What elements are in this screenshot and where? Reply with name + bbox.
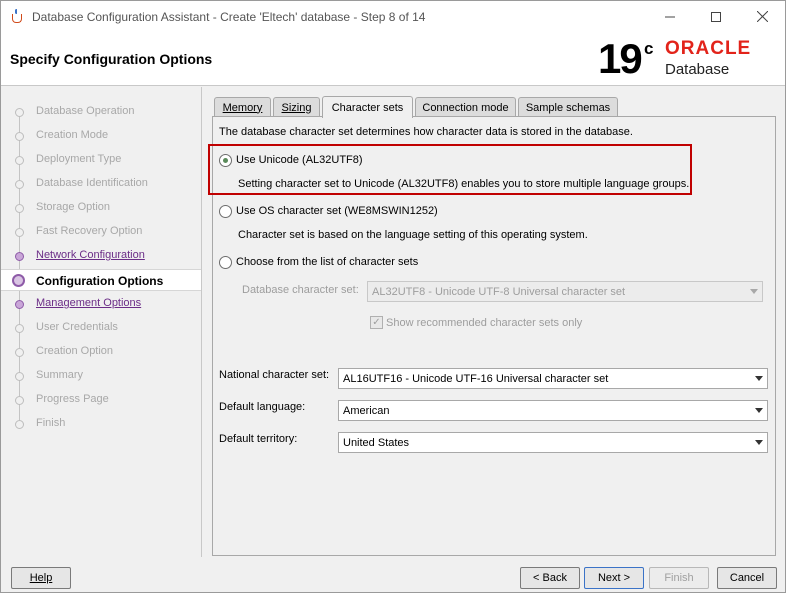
db-charset-label: Database character set:: [242, 284, 359, 296]
tab-sample-schemas[interactable]: Sample schemas: [518, 97, 618, 117]
step-creation-option: Creation Option: [1, 341, 201, 363]
step-summary: Summary: [1, 365, 201, 387]
step-status-icon: [15, 180, 24, 189]
step-storage-option: Storage Option: [1, 197, 201, 219]
step-status-icon: [15, 228, 24, 237]
chevron-down-icon: [750, 289, 758, 294]
step-label: Configuration Options: [36, 274, 164, 288]
step-progress-page: Progress Page: [1, 389, 201, 411]
back-button[interactable]: < Back: [520, 567, 580, 589]
os-charset-radio-label[interactable]: Use OS character set (WE8MSWIN1252): [236, 205, 438, 217]
step-label: Summary: [36, 369, 84, 381]
window-title: Database Configuration Assistant - Creat…: [32, 9, 426, 24]
step-label: Progress Page: [36, 393, 109, 405]
os-charset-description: Character set is based on the language s…: [238, 229, 588, 241]
java-cup-icon: [10, 8, 26, 25]
steps-sidebar: Database Operation Creation Mode Deploymen…: [1, 87, 202, 557]
show-recommended-checkbox[interactable]: ✓: [370, 316, 383, 329]
chevron-down-icon: [755, 408, 763, 413]
step-network-configuration[interactable]: Network Configuration: [1, 245, 201, 267]
national-charset-label: National character set:: [219, 369, 330, 381]
maximize-icon: [711, 11, 721, 22]
step-label: Database Operation: [36, 105, 135, 117]
step-label: Creation Option: [36, 345, 114, 357]
default-language-value: American: [343, 404, 390, 417]
step-status-icon: [15, 108, 24, 117]
logo-c: c: [644, 39, 654, 58]
step-user-credentials: User Credentials: [1, 317, 201, 339]
page-title: Specify Configuration Options: [10, 51, 213, 67]
title-bar[interactable]: Database Configuration Assistant - Creat…: [1, 1, 785, 32]
step-label: Storage Option: [36, 201, 110, 213]
cancel-button[interactable]: Cancel: [717, 567, 777, 589]
step-label: Network Configuration: [36, 249, 145, 261]
db-charset-value: AL32UTF8 - Unicode UTF-8 Universal chara…: [372, 285, 626, 298]
minimize-button[interactable]: [647, 1, 693, 32]
step-status-icon: [15, 324, 24, 333]
step-status-icon: [15, 252, 24, 261]
logo-product: Database: [665, 61, 730, 78]
step-creation-mode: Creation Mode: [1, 125, 201, 147]
national-charset-value: AL16UTF16 - Unicode UTF-16 Universal cha…: [343, 372, 609, 385]
step-status-icon: [15, 132, 24, 141]
show-recommended-label: Show recommended character sets only: [386, 317, 583, 329]
choose-list-radio[interactable]: [219, 256, 232, 269]
close-icon: [756, 11, 768, 22]
step-label: Finish: [36, 417, 66, 429]
step-finish: Finish: [1, 413, 201, 435]
step-configuration-options[interactable]: Configuration Options: [1, 269, 201, 291]
oracle-logo: ORACLE: [665, 38, 752, 59]
unicode-radio[interactable]: [219, 154, 232, 167]
step-status-icon: [15, 348, 24, 357]
default-language-select[interactable]: American: [338, 400, 768, 421]
finish-button[interactable]: Finish: [649, 567, 709, 589]
chevron-down-icon: [755, 440, 763, 445]
step-label: Management Options: [36, 297, 142, 309]
step-status-icon: [15, 204, 24, 213]
step-label: User Credentials: [36, 321, 118, 333]
default-language-label: Default language:: [219, 401, 306, 413]
os-charset-radio[interactable]: [219, 205, 232, 218]
step-management-options[interactable]: Management Options: [1, 293, 201, 315]
dbca-window: Database Configuration Assistant - Creat…: [0, 0, 786, 593]
unicode-description: Setting character set to Unicode (AL32UT…: [238, 178, 690, 190]
logo-version: 19: [598, 35, 643, 82]
page-header: Specify Configuration Options 19 c ORACL…: [1, 32, 785, 86]
step-status-icon: [15, 156, 24, 165]
tab-character-sets[interactable]: Character sets: [322, 96, 413, 118]
next-button[interactable]: Next >: [584, 567, 644, 589]
close-button[interactable]: [739, 1, 785, 32]
tab-sizing[interactable]: Sizing: [273, 97, 320, 117]
step-deployment-type: Deployment Type: [1, 149, 201, 171]
step-status-icon: [15, 396, 24, 405]
step-label: Database Identification: [36, 177, 148, 189]
step-status-icon: [12, 274, 25, 287]
unicode-radio-label[interactable]: Use Unicode (AL32UTF8): [236, 154, 363, 166]
step-status-icon: [15, 300, 24, 309]
maximize-button[interactable]: [693, 1, 739, 32]
step-fast-recovery-option: Fast Recovery Option: [1, 221, 201, 243]
default-territory-value: United States: [343, 436, 410, 449]
default-territory-select[interactable]: United States: [338, 432, 768, 453]
step-status-icon: [15, 420, 24, 429]
step-label: Creation Mode: [36, 129, 109, 141]
chevron-down-icon: [755, 376, 763, 381]
tab-memory[interactable]: Memory: [214, 97, 271, 117]
tab-connection-mode[interactable]: Connection mode: [415, 97, 516, 117]
choose-list-radio-label[interactable]: Choose from the list of character sets: [236, 256, 418, 268]
step-status-icon: [15, 372, 24, 381]
db-charset-select[interactable]: AL32UTF8 - Unicode UTF-8 Universal chara…: [367, 281, 763, 302]
step-label: Deployment Type: [36, 153, 122, 165]
step-database-operation: Database Operation: [1, 101, 201, 123]
minimize-icon: [665, 16, 675, 17]
step-label: Fast Recovery Option: [36, 225, 143, 237]
step-database-identification: Database Identification: [1, 173, 201, 195]
charset-intro-text: The database character set determines ho…: [219, 126, 633, 138]
default-territory-label: Default territory:: [219, 433, 298, 445]
help-button[interactable]: Help: [11, 567, 71, 589]
national-charset-select[interactable]: AL16UTF16 - Unicode UTF-16 Universal cha…: [338, 368, 768, 389]
